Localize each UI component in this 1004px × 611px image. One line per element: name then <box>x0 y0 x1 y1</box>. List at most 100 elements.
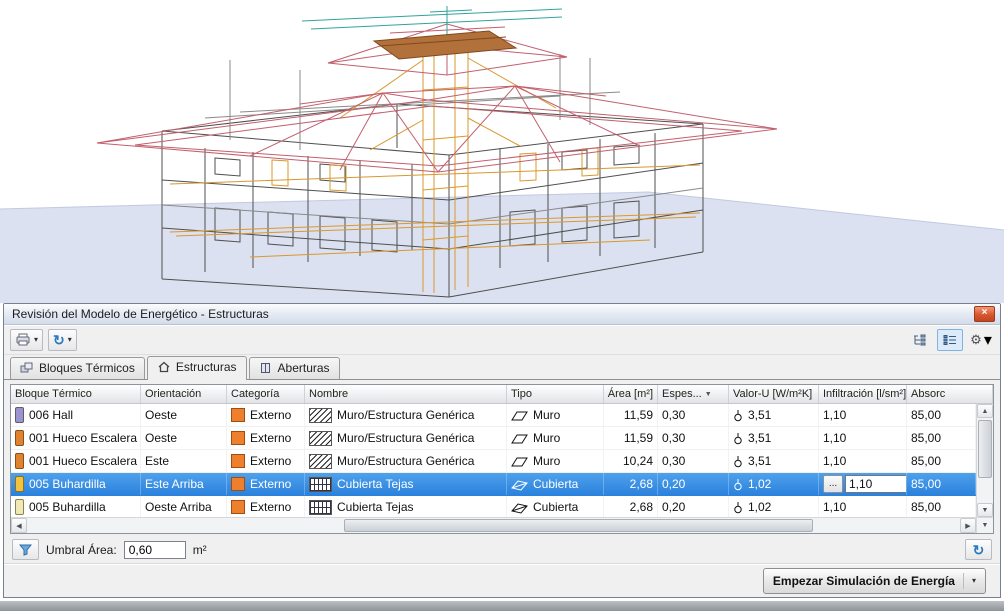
house-icon <box>157 361 171 373</box>
valor-u-icon <box>733 478 743 491</box>
screen: Revisión del Modelo de Energético - Estr… <box>0 0 1004 611</box>
nombre-value: Cubierta Tejas <box>337 477 414 491</box>
cubierta-type-icon <box>511 501 528 514</box>
3d-model-view[interactable] <box>0 0 1004 303</box>
orientacion-value: Este Arriba <box>145 477 204 491</box>
tipo-value: Muro <box>533 454 560 468</box>
valor-u-icon <box>733 432 743 445</box>
espesor-value: 0,30 <box>662 408 685 422</box>
update-icon: ↻ <box>973 543 985 557</box>
valor-u-icon <box>733 501 743 514</box>
espesor-value: 0,20 <box>662 477 685 491</box>
espesor-value: 0,20 <box>662 500 685 514</box>
muro-type-icon <box>511 455 528 468</box>
material-pattern-icon <box>309 454 332 469</box>
refresh-model-button[interactable]: ↻ ▾ <box>48 329 77 351</box>
energy-model-review-dialog: Revisión del Modelo de Energético - Estr… <box>3 303 1001 598</box>
dialog-titlebar[interactable]: Revisión del Modelo de Energético - Estr… <box>4 304 1000 325</box>
settings-button[interactable]: ⚙ ▾ <box>968 329 994 351</box>
material-pattern-icon <box>309 500 332 515</box>
area-threshold-input[interactable] <box>124 541 186 559</box>
ellipsis-button[interactable]: ... <box>823 475 843 493</box>
bloque-termico-value: 005 Buhardilla <box>29 500 106 514</box>
tipo-value: Cubierta <box>533 500 578 514</box>
column-header-nombre[interactable]: Nombre <box>305 385 507 403</box>
scroll-left-button[interactable]: ◀ <box>11 518 27 533</box>
scroll-up-button[interactable]: ▲ <box>977 404 993 418</box>
absorcion-value: 85,00 <box>911 477 941 491</box>
vertical-scroll-thumb[interactable] <box>978 420 992 478</box>
tab-estructuras[interactable]: Estructuras <box>147 356 247 380</box>
table-row[interactable]: 005 Buhardilla Oeste Arriba Externo Cubi… <box>11 496 976 517</box>
area-value: 11,59 <box>624 431 653 445</box>
category-color-icon <box>231 454 245 468</box>
nombre-value: Cubierta Tejas <box>337 500 414 514</box>
category-color-icon <box>231 500 245 514</box>
dropdown-icon[interactable]: ▾ <box>972 576 976 585</box>
block-color-icon <box>15 430 24 446</box>
filter-row: Umbral Área: m² ↻ <box>4 534 1000 563</box>
tab-label: Aberturas <box>278 361 330 375</box>
block-color-icon <box>15 407 24 423</box>
update-button[interactable]: ↻ <box>965 539 992 560</box>
valor-u-icon <box>733 409 743 422</box>
vertical-scroll-track[interactable] <box>977 418 993 503</box>
block-color-icon <box>15 476 24 492</box>
category-color-icon <box>231 477 245 491</box>
tab-aberturas[interactable]: Aberturas <box>249 357 340 379</box>
orientacion-value: Oeste <box>145 408 177 422</box>
infiltracion-value: 1,10 <box>823 500 846 514</box>
material-pattern-icon <box>309 477 332 492</box>
column-header-espesor[interactable]: Espes...▼ <box>658 385 729 403</box>
tab-label: Estructuras <box>176 360 237 374</box>
gear-icon: ⚙ <box>970 333 982 346</box>
column-header-area[interactable]: Área [m²] <box>604 385 658 403</box>
tab-bloques-termicos[interactable]: Bloques Térmicos <box>10 357 145 379</box>
valor-u-value: 3,51 <box>748 408 771 422</box>
categoria-value: Externo <box>250 500 291 514</box>
close-button[interactable]: × <box>974 306 995 322</box>
printer-icon <box>15 333 31 346</box>
espesor-value: 0,30 <box>662 454 685 468</box>
column-header-valor-u[interactable]: Valor-U [W/m²K] <box>729 385 819 403</box>
area-value: 10,24 <box>623 454 653 468</box>
column-header-bloque-termico[interactable]: Bloque Térmico <box>11 385 141 403</box>
scroll-corner-down-button[interactable]: ▼ <box>976 518 993 533</box>
start-simulation-button[interactable]: Empezar Simulación de Energía ▾ <box>763 568 986 594</box>
tipo-value: Muro <box>533 408 560 422</box>
horizontal-scrollbar[interactable]: ◀ ▶ ▼ <box>11 517 993 533</box>
scroll-right-button[interactable]: ▶ <box>960 518 976 533</box>
column-header-infiltracion[interactable]: Infiltración [l/sm²] <box>819 385 907 403</box>
area-threshold-label: Umbral Área: <box>46 543 117 557</box>
table-row[interactable]: 006 Hall Oeste Externo Muro/Estructura G… <box>11 404 976 427</box>
scroll-down-button[interactable]: ▼ <box>977 503 993 517</box>
tree-view-button[interactable] <box>906 329 932 351</box>
valor-u-value: 1,02 <box>748 477 771 491</box>
list-view-button[interactable] <box>937 329 963 351</box>
dropdown-icon[interactable]: ▾ <box>68 335 72 344</box>
filter-button[interactable] <box>12 539 39 560</box>
list-view-icon <box>943 334 957 346</box>
print-report-button[interactable]: ▾ <box>10 329 43 351</box>
bloque-termico-value: 006 Hall <box>29 408 73 422</box>
vertical-scrollbar[interactable]: ▲ ▼ <box>976 404 993 517</box>
bloque-termico-value: 001 Hueco Escalera <box>29 454 137 468</box>
dropdown-icon[interactable]: ▾ <box>34 335 38 344</box>
valor-u-value: 3,51 <box>748 454 771 468</box>
table-row[interactable]: 005 Buhardilla Este Arriba Externo Cubie… <box>11 473 976 496</box>
orientacion-value: Este <box>145 454 169 468</box>
column-header-absorcion[interactable]: Absorc <box>907 385 993 403</box>
categoria-value: Externo <box>250 454 291 468</box>
absorcion-value: 85,00 <box>911 431 941 445</box>
column-header-orientacion[interactable]: Orientación <box>141 385 227 403</box>
infiltracion-input[interactable] <box>845 475 907 493</box>
dropdown-icon[interactable]: ▾ <box>984 330 992 350</box>
table-row[interactable]: 001 Hueco Escalera Oeste Externo Muro/Es… <box>11 427 976 450</box>
column-header-categoria[interactable]: Categoría <box>227 385 305 403</box>
muro-type-icon <box>511 409 528 422</box>
column-header-tipo[interactable]: Tipo <box>507 385 604 403</box>
infiltracion-value: 1,10 <box>823 431 846 445</box>
table-row[interactable]: 001 Hueco Escalera Este Externo Muro/Est… <box>11 450 976 473</box>
horizontal-scroll-thumb[interactable] <box>344 519 813 532</box>
horizontal-scroll-track[interactable] <box>27 518 960 533</box>
